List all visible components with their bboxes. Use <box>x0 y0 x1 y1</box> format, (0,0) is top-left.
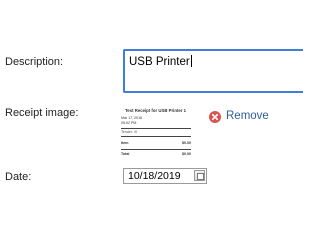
receipt-divider <box>121 136 191 137</box>
date-label: Date: <box>5 171 32 183</box>
receipt-item-label: Item <box>121 141 129 145</box>
receipt-date: Mar 17, 2016 <box>121 116 143 120</box>
date-field[interactable]: 10/18/2019 <box>123 168 207 184</box>
description-value: USB Printer <box>129 56 190 68</box>
receipt-item-value: $0.00 <box>182 141 191 145</box>
receipt-image: Test Receipt for USB Printer 1 Mar 17, 2… <box>117 103 195 163</box>
text-caret <box>190 55 192 67</box>
receipt-tender: Tender: XI <box>121 130 138 134</box>
remove-button[interactable]: Remove <box>209 110 269 123</box>
remove-icon <box>209 110 221 123</box>
receipt-total-value: $0.00 <box>182 152 191 156</box>
receipt-total-label: Total <box>121 152 130 156</box>
date-value: 10/18/2019 <box>128 170 181 182</box>
calendar-icon[interactable] <box>194 170 205 181</box>
receipt-image-label: Receipt image: <box>5 107 79 119</box>
receipt-divider <box>121 149 191 150</box>
remove-label: Remove <box>226 110 269 122</box>
description-field[interactable]: USB Printer <box>123 49 303 93</box>
receipt-time: 05:02 PM <box>121 121 137 125</box>
receipt-title: Test Receipt for USB Printer 1 <box>125 108 187 113</box>
description-label: Description: <box>5 56 64 68</box>
receipt-divider <box>121 128 191 129</box>
